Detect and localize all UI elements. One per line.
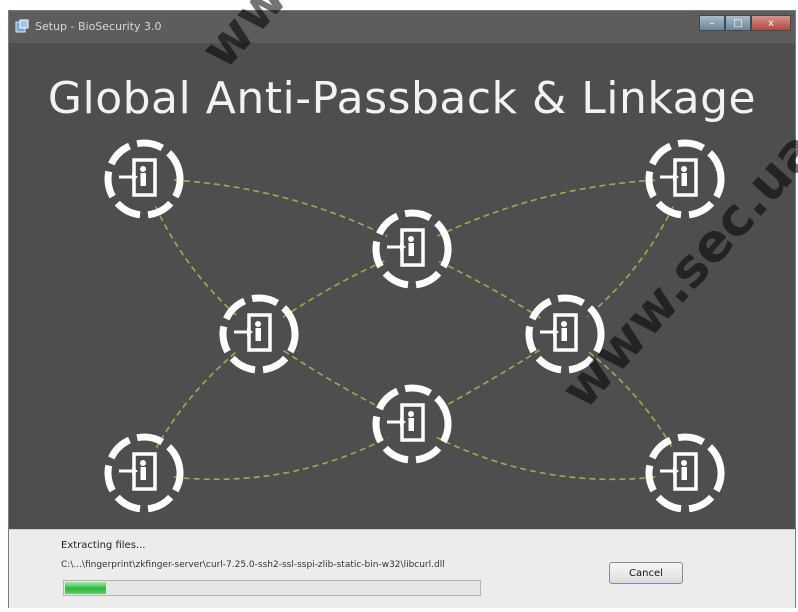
progress-fill <box>65 582 106 594</box>
link <box>143 178 260 335</box>
window-title: Setup - BioSecurity 3.0 <box>35 20 162 33</box>
link <box>411 178 686 250</box>
link <box>411 423 686 481</box>
door-access-icon <box>216 291 301 376</box>
progress-bar <box>63 580 481 596</box>
close-button[interactable]: x <box>751 15 791 31</box>
door-access-icon <box>101 136 186 221</box>
cancel-button[interactable]: Cancel <box>609 562 683 584</box>
installer-icon <box>15 19 29 33</box>
minimize-button[interactable]: – <box>699 15 725 31</box>
door-access-icon <box>642 430 727 515</box>
current-file-path: C:\...\fingerprint\zkfinger-server\curl-… <box>61 560 445 570</box>
door-access-icon <box>369 206 454 291</box>
status-text: Extracting files... <box>61 540 146 551</box>
door-access-icon <box>101 430 186 515</box>
banner-headline: Global Anti-Passback & Linkage <box>47 73 757 124</box>
link <box>143 423 413 481</box>
progress-panel: Extracting files... C:\...\fingerprint\z… <box>9 529 795 608</box>
title-bar[interactable]: Setup - BioSecurity 3.0 – □ x <box>9 11 795 43</box>
maximize-button[interactable]: □ <box>725 15 751 31</box>
door-access-icon <box>369 381 454 466</box>
window-controls: – □ x <box>699 15 791 33</box>
link <box>143 178 413 250</box>
